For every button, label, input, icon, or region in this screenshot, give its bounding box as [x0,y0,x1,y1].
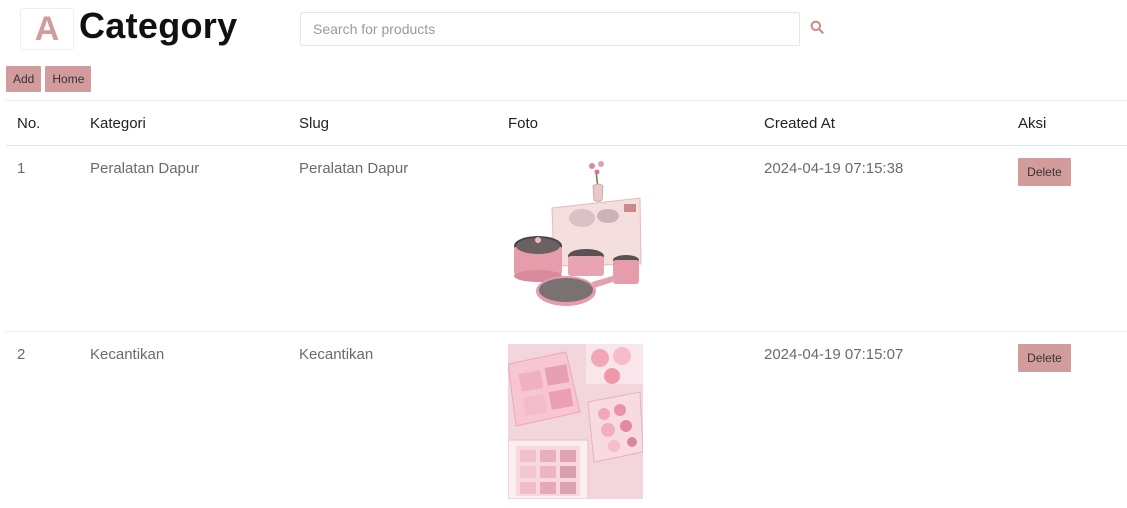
row-number: 1 [17,160,26,177]
row-kategori: Peralatan Dapur [90,160,200,177]
row-foto [508,344,643,499]
logo-letter: A [34,9,60,48]
column-header-kategori: Kategori [90,115,146,132]
search-icon [810,20,824,34]
column-header-slug: Slug [299,115,330,132]
search-input[interactable] [300,12,800,46]
makeup-palette-image [508,344,643,499]
column-header-created-at: Created At [764,115,835,132]
home-button[interactable]: Home [45,66,92,92]
row-number: 2 [17,346,26,363]
table-header: No. Kategori Slug Foto Created At Aksi [6,101,1127,146]
row-kategori: Kecantikan [90,346,165,363]
column-header-no: No. [17,115,41,132]
cookware-image [508,156,643,311]
table-row: 1 Peralatan Dapur Peralatan Dapur 2024-0… [6,146,1127,332]
table-row: 2 Kecantikan Kecantikan 2024-04-19 07:15… [6,332,1127,508]
delete-button[interactable]: Delete [1018,344,1071,372]
row-actions: Delete [1018,158,1071,186]
category-table: No. Kategori Slug Foto Created At Aksi 1… [6,100,1127,508]
header: A Category [0,0,1127,62]
row-slug: Peralatan Dapur [299,160,409,177]
delete-button[interactable]: Delete [1018,158,1071,186]
search-button[interactable] [806,17,828,39]
row-slug: Kecantikan [299,346,374,363]
toolbar: Add Home [6,66,92,92]
column-header-aksi: Aksi [1018,115,1047,132]
row-actions: Delete [1018,344,1071,372]
row-created-at: 2024-04-19 07:15:38 [764,160,904,177]
row-foto [508,156,643,311]
add-button[interactable]: Add [6,66,42,92]
column-header-foto: Foto [508,115,539,132]
logo[interactable]: A [20,8,74,50]
row-created-at: 2024-04-19 07:15:07 [764,346,904,363]
page-title: Category [79,5,238,46]
